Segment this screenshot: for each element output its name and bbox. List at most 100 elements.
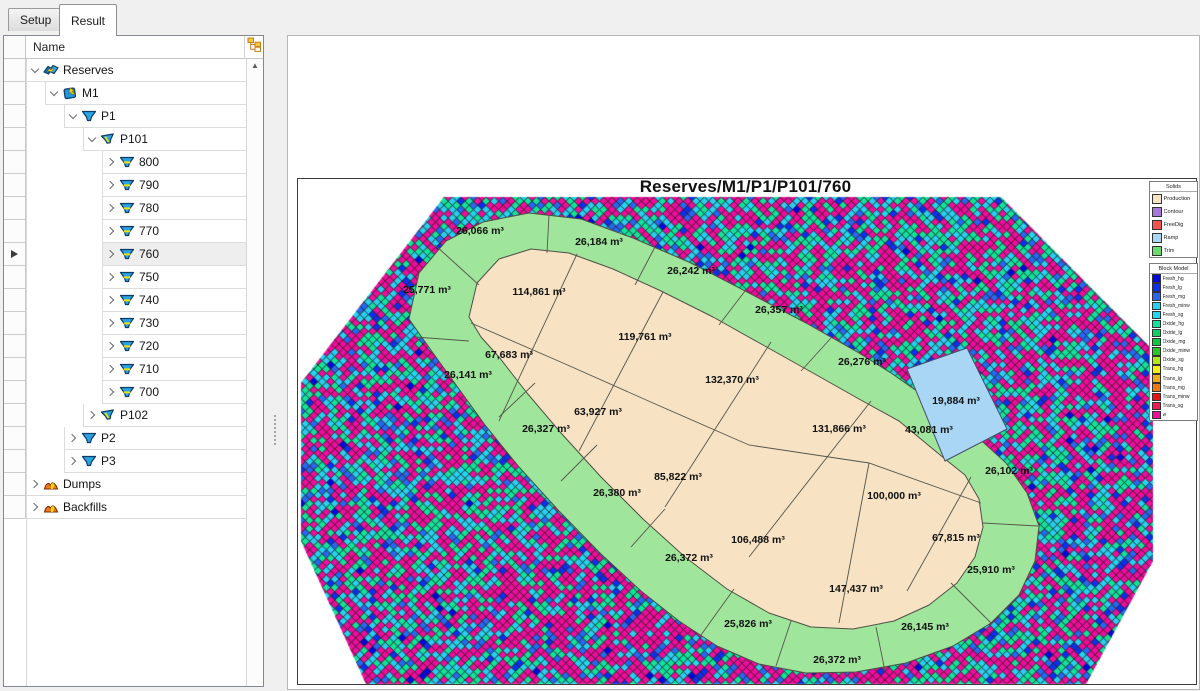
chevron-right-icon[interactable] <box>106 157 116 167</box>
tree-item-700[interactable]: 700 <box>102 381 246 404</box>
tree-item-dumps[interactable]: Dumps <box>26 473 246 496</box>
tree-row-dumps[interactable]: Dumps <box>4 473 246 496</box>
legend-item-fresh_minw: Fresh_minw <box>1150 301 1197 311</box>
row-selector-cell[interactable] <box>4 59 26 82</box>
tree-row-p1[interactable]: P1 <box>4 105 246 128</box>
volume-label: 132,370 m³ <box>705 374 759 386</box>
row-selector-cell[interactable] <box>4 197 26 220</box>
tree-scrollbar[interactable]: ▲ <box>246 59 263 686</box>
tree-item-760[interactable]: 760 <box>102 243 246 266</box>
tree-item-backfills[interactable]: Backfills <box>26 496 246 519</box>
tree-row-710[interactable]: 710 <box>4 358 246 381</box>
chevron-right-icon[interactable] <box>30 479 40 489</box>
tree-item-p1[interactable]: P1 <box>64 105 246 128</box>
tree-row-p102[interactable]: P102 <box>4 404 246 427</box>
row-selector-cell[interactable] <box>4 220 26 243</box>
tree-row-750[interactable]: 750 <box>4 266 246 289</box>
tree-item-730[interactable]: 730 <box>102 312 246 335</box>
tree-row-730[interactable]: 730 <box>4 312 246 335</box>
tab-setup[interactable]: Setup <box>8 8 64 31</box>
tree-item-800[interactable]: 800 <box>102 151 246 174</box>
chevron-down-icon[interactable] <box>30 65 40 75</box>
legend-label: Fresh_minw <box>1162 302 1190 309</box>
legend-label: Ramp <box>1163 234 1179 241</box>
tree-header: Name <box>4 36 263 59</box>
row-selector-cell[interactable] <box>4 496 26 519</box>
tree-row-740[interactable]: 740 <box>4 289 246 312</box>
tree-item-790[interactable]: 790 <box>102 174 246 197</box>
tree-row-reserves[interactable]: Reserves <box>4 59 246 82</box>
row-selector-cell[interactable] <box>4 473 26 496</box>
bench-icon <box>119 338 135 354</box>
chevron-right-icon[interactable] <box>106 295 116 305</box>
row-selector-cell[interactable] <box>4 151 26 174</box>
tree-row-m1[interactable]: M1 <box>4 82 246 105</box>
chevron-right-icon[interactable] <box>106 318 116 328</box>
panel-splitter[interactable] <box>273 413 277 447</box>
chevron-down-icon[interactable] <box>68 111 78 121</box>
row-selector-cell[interactable] <box>4 82 26 105</box>
tree-row-800[interactable]: 800 <box>4 151 246 174</box>
pit-icon <box>81 430 97 446</box>
scroll-up-icon[interactable]: ▲ <box>247 59 263 73</box>
chevron-right-icon[interactable] <box>87 410 97 420</box>
chevron-down-icon[interactable] <box>87 134 97 144</box>
tree-item-p2[interactable]: P2 <box>64 427 246 450</box>
tree-row-790[interactable]: 790 <box>4 174 246 197</box>
chevron-right-icon[interactable] <box>106 387 116 397</box>
tab-result[interactable]: Result <box>59 4 118 36</box>
row-selector-cell[interactable] <box>4 312 26 335</box>
tree-item-720[interactable]: 720 <box>102 335 246 358</box>
row-selector-cell[interactable] <box>4 289 26 312</box>
tree-item-740[interactable]: 740 <box>102 289 246 312</box>
row-selector-cell[interactable] <box>4 404 26 427</box>
row-selector-cell[interactable] <box>4 450 26 473</box>
tree-item-780[interactable]: 780 <box>102 197 246 220</box>
tree-item-770[interactable]: 770 <box>102 220 246 243</box>
chevron-right-icon[interactable] <box>106 180 116 190</box>
row-selector-cell[interactable] <box>4 243 26 266</box>
chevron-right-icon[interactable] <box>106 341 116 351</box>
tree-hierarchy-button[interactable] <box>244 36 263 59</box>
tree-item-reserves[interactable]: Reserves <box>26 59 246 82</box>
row-selector-cell[interactable] <box>4 427 26 450</box>
row-selector-cell[interactable] <box>4 381 26 404</box>
chevron-right-icon[interactable] <box>68 456 78 466</box>
tree-row-backfills[interactable]: Backfills <box>4 496 246 519</box>
tree-name-column-header[interactable]: Name <box>26 36 244 59</box>
chevron-right-icon[interactable] <box>68 433 78 443</box>
tree-row-770[interactable]: 770 <box>4 220 246 243</box>
tree-row-p2[interactable]: P2 <box>4 427 246 450</box>
chevron-right-icon[interactable] <box>106 249 116 259</box>
tree-row-p101[interactable]: P101 <box>4 128 246 151</box>
tree-row-720[interactable]: 720 <box>4 335 246 358</box>
tree-item-p102[interactable]: P102 <box>83 404 246 427</box>
tree-item-p101[interactable]: P101 <box>83 128 246 151</box>
tree-item-710[interactable]: 710 <box>102 358 246 381</box>
row-selector-cell[interactable] <box>4 105 26 128</box>
row-selector-cell[interactable] <box>4 358 26 381</box>
tree-item-750[interactable]: 750 <box>102 266 246 289</box>
chevron-right-icon[interactable] <box>106 272 116 282</box>
chevron-right-icon[interactable] <box>106 203 116 213</box>
legend-item-fresh_hg: Fresh_hg <box>1150 274 1197 283</box>
row-selector-cell[interactable] <box>4 128 26 151</box>
chevron-down-icon[interactable] <box>49 88 59 98</box>
row-selector-cell[interactable] <box>4 174 26 197</box>
legend-label: Trans_sg <box>1162 402 1184 409</box>
chevron-right-icon[interactable] <box>106 226 116 236</box>
tree-item-m1[interactable]: M1 <box>45 82 246 105</box>
tree-row-p3[interactable]: P3 <box>4 450 246 473</box>
chevron-right-icon[interactable] <box>106 364 116 374</box>
row-selector-cell[interactable] <box>4 335 26 358</box>
chevron-right-icon[interactable] <box>30 502 40 512</box>
tree-row-700[interactable]: 700 <box>4 381 246 404</box>
legend-item-fresh_lg: Fresh_lg <box>1150 283 1197 292</box>
row-selector-cell[interactable] <box>4 266 26 289</box>
tree-item-p3[interactable]: P3 <box>64 450 246 473</box>
tree-row-780[interactable]: 780 <box>4 197 246 220</box>
tree-row-760[interactable]: 760 <box>4 243 246 266</box>
